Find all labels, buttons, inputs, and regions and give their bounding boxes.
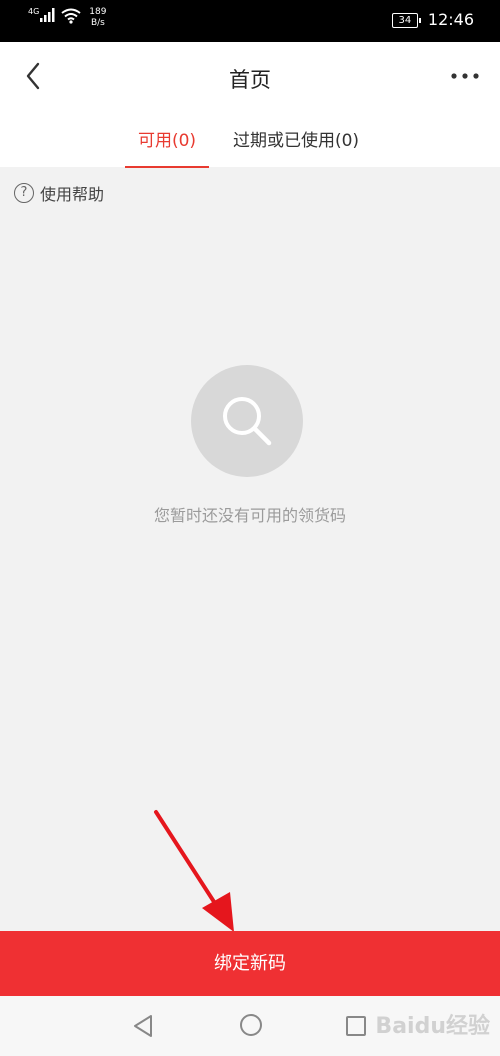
help-link[interactable]: ? 使用帮助 xyxy=(14,181,104,205)
status-bar: 4G 189 B/s 34 12:46 xyxy=(0,0,500,42)
status-right: 34 12:46 xyxy=(391,10,474,30)
circle-home-icon[interactable] xyxy=(239,1013,263,1037)
battery-icon: 34 xyxy=(391,12,421,28)
signal-icon xyxy=(40,8,55,22)
empty-state-icon-circle xyxy=(191,365,303,477)
annotation-arrow-icon xyxy=(154,810,234,932)
search-icon xyxy=(223,397,272,446)
tab-available[interactable]: 可用(0) xyxy=(125,126,209,151)
page-title: 首页 xyxy=(229,68,271,92)
speed-unit: B/s xyxy=(90,18,105,28)
triangle-back-icon[interactable] xyxy=(131,1013,155,1039)
speed-value: 189 xyxy=(89,7,107,17)
more-horizontal-icon xyxy=(451,73,479,79)
tab-expired-or-used[interactable]: 过期或已使用(0) xyxy=(226,126,366,151)
square-recent-icon[interactable] xyxy=(345,1015,367,1037)
network-speed: 189 B/s xyxy=(89,7,106,29)
question-icon: ? xyxy=(14,183,34,203)
watermark-logo: Baidu经验 xyxy=(375,1014,490,1039)
help-label: 使用帮助 xyxy=(40,185,105,204)
network-type: 4G xyxy=(28,7,40,16)
bind-new-code-button[interactable]: 绑定新码 xyxy=(0,931,500,996)
empty-state-message: 您暂时还没有可用的领货码 xyxy=(153,506,346,525)
status-left: 4G 189 B/s xyxy=(28,7,106,29)
wifi-icon xyxy=(61,8,81,24)
tab-bar: 可用(0) 过期或已使用(0) xyxy=(0,120,500,168)
clock: 12:46 xyxy=(427,10,474,29)
more-button[interactable] xyxy=(450,68,480,84)
app-header: 首页 可用(0) 过期或已使用(0) xyxy=(0,42,500,168)
active-tab-indicator xyxy=(125,166,209,168)
battery-level: 34 xyxy=(398,14,412,26)
